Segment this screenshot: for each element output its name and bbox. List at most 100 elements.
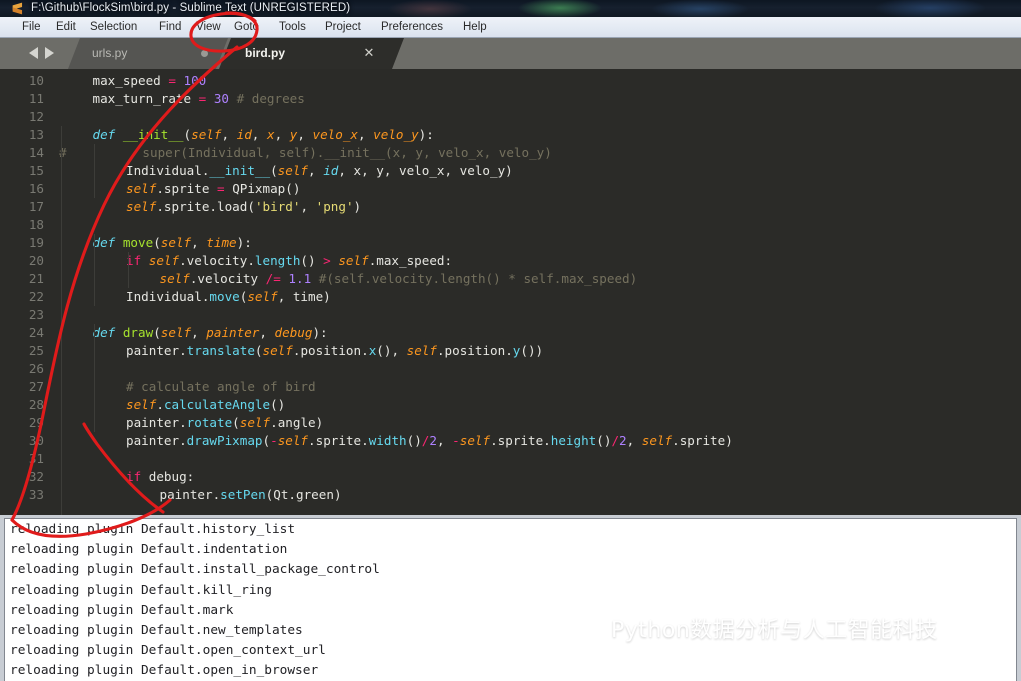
code-token: = [168, 73, 184, 88]
code-token: self [277, 433, 309, 448]
code-token: def [92, 235, 123, 250]
code-line[interactable]: Individual.__init__(self, id, x, y, velo… [126, 162, 513, 180]
line-number: 33 [28, 487, 44, 502]
code-line[interactable]: if debug: [126, 468, 194, 486]
menu-item-preferences[interactable]: Preferences [381, 20, 443, 35]
menu-item-edit[interactable]: Edit [56, 20, 76, 35]
code-line[interactable]: self.calculateAngle() [126, 396, 285, 414]
console-line: reloading plugin Default.open_context_ur… [10, 643, 326, 659]
code-token: painter. [126, 433, 187, 448]
code-token: , [191, 235, 207, 250]
code-token: .sprite) [672, 433, 733, 448]
code-token: / [611, 433, 620, 448]
tab-label: bird.py [245, 46, 286, 60]
code-token: /= [265, 271, 289, 286]
code-token: , [300, 199, 316, 214]
code-token: , [191, 325, 207, 340]
menu-item-find[interactable]: Find [159, 20, 181, 35]
line-number: 22 [28, 289, 44, 304]
code-token: green [296, 487, 334, 502]
code-line[interactable]: painter.rotate(self.angle) [126, 414, 323, 432]
code-token: , [297, 127, 313, 142]
line-number: 18 [28, 217, 44, 232]
code-token: .sprite. [308, 433, 369, 448]
code-token: > [323, 253, 339, 268]
menu-item-goto[interactable]: Goto [234, 20, 259, 35]
tab-unsaved-dot-icon[interactable] [201, 50, 208, 57]
code-token: 2 [619, 433, 627, 448]
code-token: , [358, 127, 374, 142]
close-icon[interactable]: ✕ [362, 45, 376, 61]
code-token: time [206, 235, 237, 250]
code-line[interactable]: Individual.move(self, time) [126, 288, 331, 306]
code-token: painter. [126, 343, 187, 358]
menu-item-tools[interactable]: Tools [279, 20, 306, 35]
line-number: 23 [28, 307, 44, 322]
tab-bird-py[interactable]: bird.py ✕ [219, 38, 404, 69]
console-panel: reloading plugin Default.history_listrel… [0, 515, 1021, 681]
menu-item-selection[interactable]: Selection [90, 20, 137, 35]
code-content[interactable]: max_speed = 100 max_turn_rate = 30 # degr… [53, 69, 1021, 515]
tab-navigation[interactable] [25, 46, 65, 60]
code-token: ) [353, 199, 362, 214]
menu-item-help[interactable]: Help [463, 20, 487, 35]
code-token: , [221, 127, 237, 142]
code-line[interactable]: def move(self, time): [93, 234, 252, 252]
console-line: reloading plugin Default.history_list [10, 522, 296, 537]
menu-bar: File Edit Selection Find View Goto Tools Projec… [0, 17, 1021, 38]
code-token: id [236, 127, 252, 142]
code-line[interactable]: painter.setPen(Qt.green) [160, 486, 342, 504]
code-line[interactable]: def draw(self, painter, debug): [93, 324, 328, 342]
code-token: 30 [213, 91, 229, 106]
code-line[interactable]: self.velocity /= 1.1 #(self.velocity.len… [160, 270, 638, 288]
code-token: move [122, 235, 154, 250]
code-line[interactable]: def __init__(self, id, x, y, velo_x, vel… [93, 126, 434, 144]
code-token: ( [247, 199, 255, 214]
code-token: ( [262, 433, 271, 448]
tab-bar: urls.py bird.py ✕ [0, 38, 1021, 69]
code-line[interactable]: painter.drawPixmap(-self.sprite.width()/… [126, 432, 733, 450]
code-token: debug: [148, 469, 195, 484]
code-token: , [259, 325, 275, 340]
code-token: ): [418, 127, 434, 142]
code-line[interactable]: painter.translate(self.position.x(), sel… [126, 342, 543, 360]
code-token: () [300, 253, 324, 268]
code-token: height [550, 433, 597, 448]
tab-urls-py[interactable]: urls.py [68, 38, 228, 69]
code-line[interactable]: max_speed = 100 [93, 72, 207, 90]
triangle-left-icon [29, 47, 38, 59]
line-number: 10 [28, 73, 44, 88]
code-token: () [596, 433, 612, 448]
editor-window: urls.py bird.py ✕ 10 11 12 13 14 15 16 17 18 19 20 21… [0, 38, 1021, 681]
code-line[interactable]: self.sprite.load('bird', 'png') [126, 198, 361, 216]
console-line: reloading plugin Default.install_package… [10, 562, 380, 578]
code-line[interactable]: max_turn_rate = 30 # degrees [93, 90, 305, 108]
code-line[interactable]: self.sprite = QPixmap() [126, 180, 300, 198]
code-token: if [126, 469, 149, 484]
code-line[interactable]: if self.velocity.length() > self.max_spe… [126, 252, 452, 270]
indent-guide [128, 252, 129, 288]
line-number: 21 [28, 271, 44, 286]
menu-item-project[interactable]: Project [325, 20, 361, 35]
code-line[interactable]: # super(Individual, self).__init__(x, y,… [59, 144, 552, 162]
console-output[interactable]: reloading plugin Default.history_listrel… [4, 518, 1017, 681]
code-token: self [126, 181, 157, 196]
title-bar: F:\Github\FlockSim\bird.py - Sublime Tex… [0, 0, 1021, 17]
code-token: self [160, 325, 192, 340]
menu-item-view[interactable]: View [196, 20, 221, 35]
code-token: debug [274, 325, 313, 340]
code-token: velo_x [312, 127, 359, 142]
code-token: translate [186, 343, 255, 358]
code-line[interactable]: # calculate angle of bird [126, 378, 316, 396]
code-token: # super(Individual, self).__init__(x, y,… [59, 145, 552, 160]
code-token: ( [270, 163, 278, 178]
code-token: , x, y, velo_x, velo_y) [338, 163, 513, 178]
triangle-right-icon [45, 47, 54, 59]
code-token: #(self.velocity.length() * self.max_spee… [311, 271, 638, 286]
window-title: F:\Github\FlockSim\bird.py - Sublime Tex… [31, 2, 351, 14]
menu-item-file[interactable]: File [22, 20, 41, 35]
code-token: = [198, 91, 214, 106]
code-editor[interactable]: 10 11 12 13 14 15 16 17 18 19 20 21 22 23 24 25 26 27 28 29… [0, 69, 1021, 515]
code-token: 1.1 [288, 271, 312, 286]
code-token: self [338, 253, 369, 268]
